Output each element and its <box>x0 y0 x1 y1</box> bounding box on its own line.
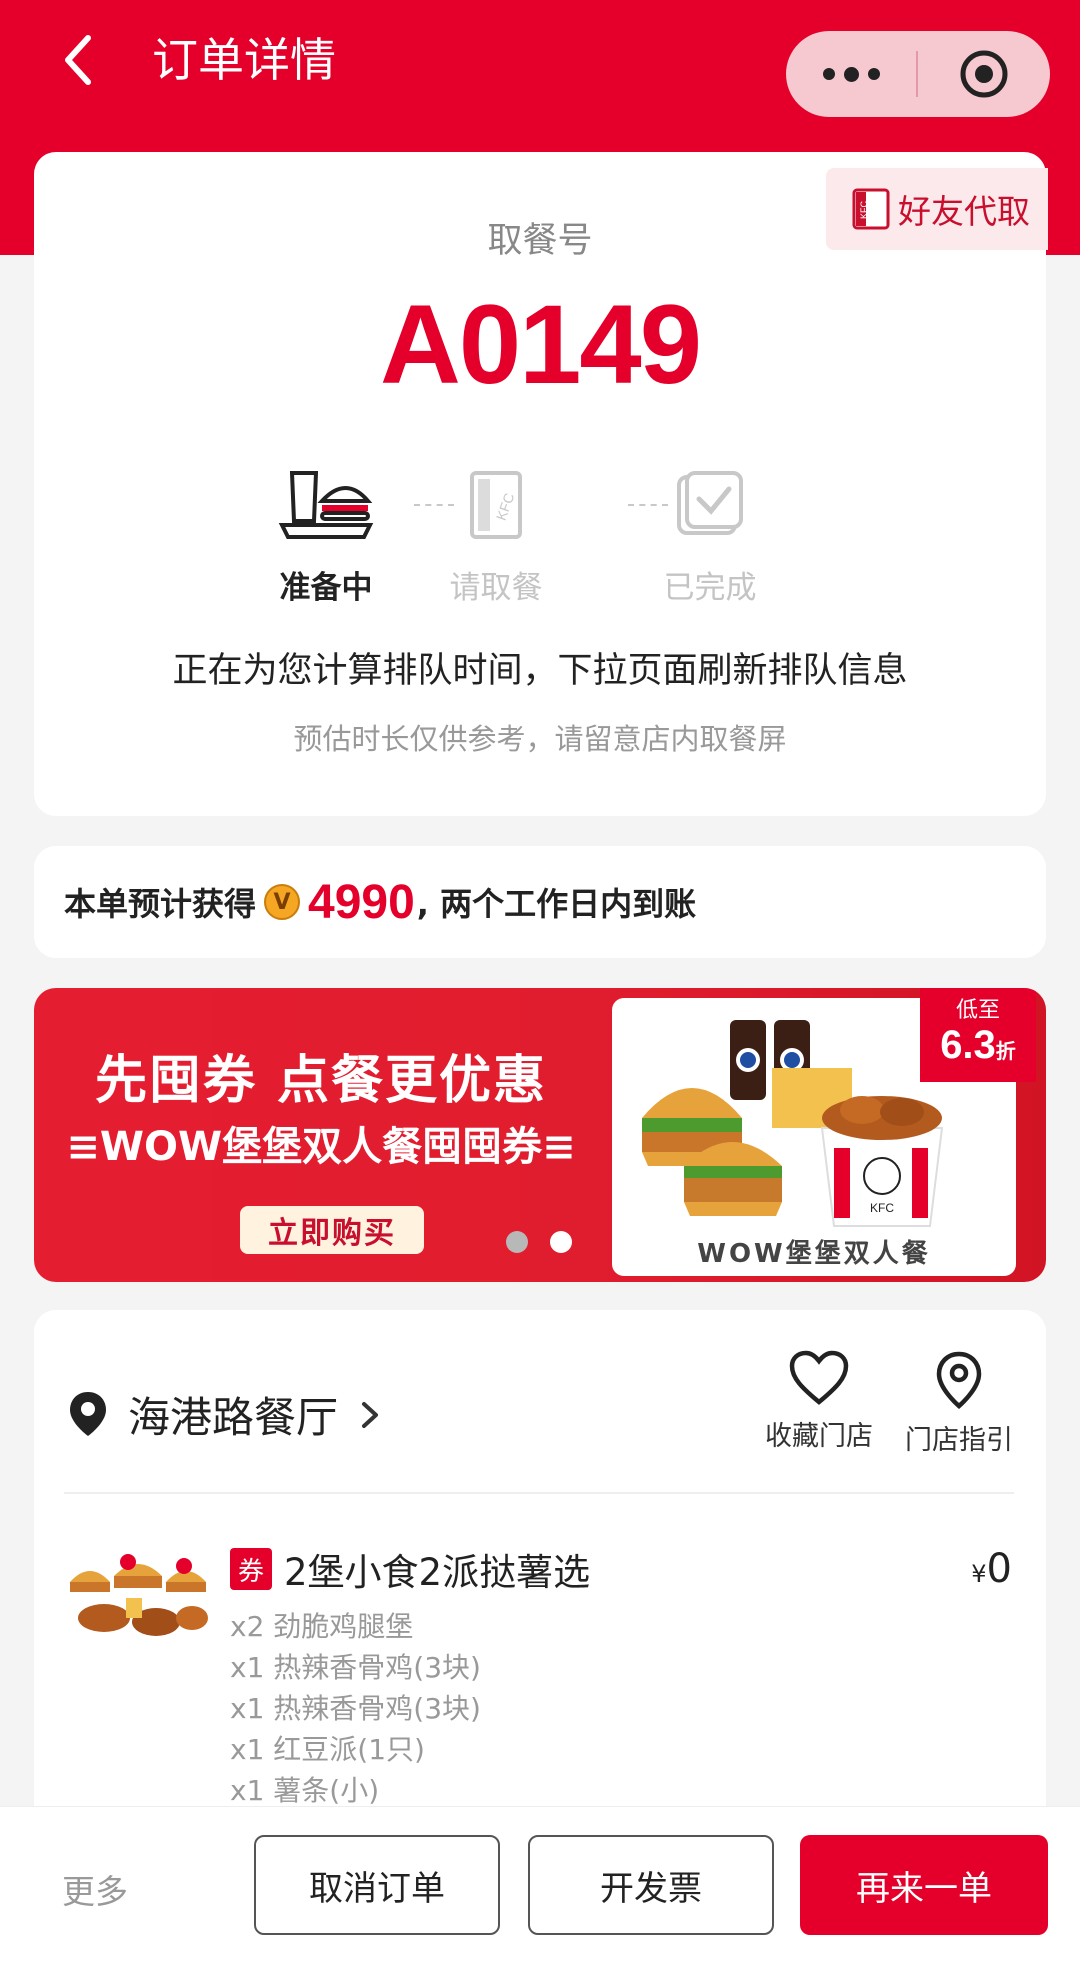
burger-tray-icon <box>278 471 374 539</box>
step-completed: 已完成 <box>630 462 790 607</box>
target-circle-icon <box>960 50 1008 98</box>
sub-item: x1 热辣香骨鸡(3块) <box>230 1692 481 1725</box>
step-ready: KFC 请取餐 <box>416 462 576 607</box>
store-guide-button[interactable]: 门店指引 <box>894 1350 1024 1457</box>
store-row: 海港路餐厅 收藏门店 门店指引 <box>34 1350 1046 1470</box>
favorite-store-label: 收藏门店 <box>765 1421 873 1452</box>
points-suffix: , 两个工作日内到账 <box>416 885 697 923</box>
kfc-bag-icon: KFC <box>470 471 522 539</box>
page-title: 订单详情 <box>152 33 336 87</box>
check-box-icon <box>677 471 743 535</box>
svg-text:KFC: KFC <box>493 491 518 523</box>
step-label: 准备中 <box>279 570 373 606</box>
bottom-action-bar: 更多 取消订单 开发票 再来一单 <box>0 1806 1080 1979</box>
discount-tag: 低至 6.3折 <box>920 988 1036 1082</box>
favorite-store-button[interactable]: 收藏门店 <box>754 1350 884 1453</box>
banner-title: 先囤券 点餐更优惠 <box>94 1051 548 1111</box>
pickup-card: KFC 好友代取 取餐号 A0149 准备中 KFC 请取餐 已完成 正在为您计… <box>34 152 1048 816</box>
coupon-tag: 券 <box>230 1548 272 1590</box>
discount-value: 6.3折 <box>920 1024 1036 1073</box>
back-arrow-icon <box>65 35 91 85</box>
queue-hint-text: 预估时长仅供参考，请留意店内取餐屏 <box>293 722 787 756</box>
order-item-price: ¥0 <box>971 1546 1012 1592</box>
more-menu-button[interactable] <box>786 31 916 117</box>
reorder-button[interactable]: 再来一单 <box>800 1835 1048 1935</box>
meal-thumbnail <box>70 1554 208 1636</box>
points-value: 4990 <box>308 875 415 929</box>
sub-item: x2 劲脆鸡腿堡 <box>230 1610 414 1643</box>
currency-symbol: ¥ <box>971 1560 987 1588</box>
carousel-dots <box>506 1231 572 1253</box>
banner-subtitle: ≡WOW堡堡双人餐囤囤券≡ <box>66 1124 576 1170</box>
back-button[interactable] <box>48 30 108 90</box>
v-coin-icon: V <box>264 884 301 920</box>
sub-item: x1 薯条(小) <box>230 1774 380 1807</box>
heart-icon <box>789 1350 849 1405</box>
location-pin-icon <box>70 1392 106 1436</box>
dot-icon <box>867 68 880 80</box>
miniapp-capsule <box>786 31 1050 117</box>
discount-prefix: 低至 <box>955 998 1000 1023</box>
points-prefix: 本单预计获得 <box>64 885 257 923</box>
store-guide-label: 门店指引 <box>905 1425 1013 1456</box>
dot-icon <box>822 68 835 80</box>
pickup-number-label: 取餐号 <box>487 221 593 261</box>
carousel-dot-active[interactable] <box>550 1231 572 1253</box>
svg-text:KFC: KFC <box>870 1201 894 1215</box>
step-label: 已完成 <box>663 570 757 606</box>
store-name[interactable]: 海港路餐厅 <box>128 1384 338 1445</box>
step-preparing: 准备中 <box>246 462 406 607</box>
divider <box>64 1492 1014 1494</box>
location-pin-outline-icon <box>936 1351 982 1409</box>
carousel-dot[interactable] <box>506 1231 528 1253</box>
chevron-right-icon[interactable] <box>360 1398 380 1432</box>
buy-now-button[interactable]: 立即购买 <box>240 1206 424 1254</box>
dot-icon <box>843 66 859 82</box>
price-value: 0 <box>986 1546 1012 1592</box>
step-label: 请取餐 <box>449 570 543 606</box>
more-button[interactable]: 更多 <box>62 1865 128 1913</box>
cancel-order-button[interactable]: 取消订单 <box>254 1835 500 1935</box>
order-sub-items: x2 劲脆鸡腿堡 x1 热辣香骨鸡(3块) x1 热辣香骨鸡(3块) x1 红豆… <box>230 1606 481 1811</box>
promo-banner[interactable]: 先囤券 点餐更优惠 ≡WOW堡堡双人餐囤囤券≡ 立即购买 KFC WOW堡堡双人… <box>34 988 1046 1282</box>
sub-item: x1 热辣香骨鸡(3块) <box>230 1651 481 1684</box>
order-item-title-row: 券 2堡小食2派挞薯选 <box>230 1542 590 1596</box>
queue-status-text: 正在为您计算排队时间，下拉页面刷新排队信息 <box>172 651 908 691</box>
points-card: 本单预计获得 V 4990 , 两个工作日内到账 <box>34 846 1046 958</box>
photo-caption: WOW堡堡双人餐 <box>697 1239 931 1269</box>
close-miniapp-button[interactable] <box>918 31 1050 117</box>
order-item-title: 2堡小食2派挞薯选 <box>284 1551 591 1594</box>
invoice-button[interactable]: 开发票 <box>528 1835 774 1935</box>
discount-unit: 折 <box>995 1041 1016 1063</box>
pickup-number: A0149 <box>379 282 702 407</box>
discount-number: 6.3 <box>940 1023 996 1067</box>
order-progress-steps: 准备中 KFC 请取餐 已完成 <box>34 462 1046 612</box>
sub-item: x1 红豆派(1只) <box>230 1733 425 1766</box>
